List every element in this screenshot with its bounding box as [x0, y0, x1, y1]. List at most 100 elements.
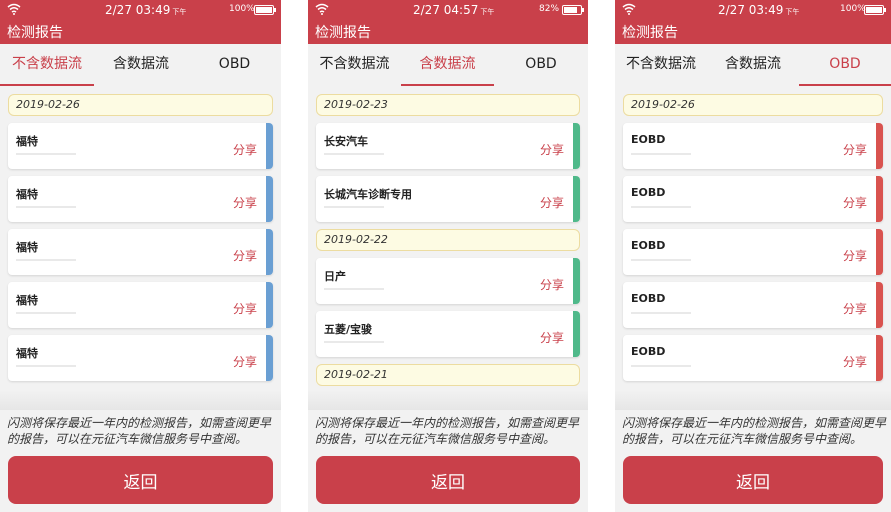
card-accent-bar — [266, 176, 273, 222]
wifi-icon — [7, 3, 21, 15]
battery-icon — [864, 5, 886, 15]
app-header: 2/27 03:49 下午 100% 检测报告 — [615, 0, 891, 44]
share-button[interactable]: 分享 — [540, 329, 564, 346]
time-text: 2/27 03:49 — [105, 3, 171, 17]
report-brand: EOBD — [631, 345, 666, 358]
share-button[interactable]: 分享 — [540, 194, 564, 211]
share-button[interactable]: 分享 — [233, 247, 257, 264]
report-card[interactable]: 日产 分享 — [316, 258, 580, 304]
status-time: 2/27 03:49 下午 — [105, 3, 186, 17]
share-button[interactable]: 分享 — [233, 141, 257, 158]
report-card[interactable]: 福特 分享 — [8, 176, 273, 222]
back-button[interactable]: 返回 — [8, 456, 273, 504]
redacted-text — [324, 206, 384, 208]
card-accent-bar — [876, 123, 883, 169]
share-button[interactable]: 分享 — [843, 141, 867, 158]
redacted-text — [631, 206, 691, 208]
redacted-text — [631, 312, 691, 314]
redacted-text — [324, 288, 384, 290]
redacted-text — [16, 312, 76, 314]
report-card[interactable]: EOBD 分享 — [623, 176, 883, 222]
scroll-fade — [308, 390, 588, 410]
report-card[interactable]: 福特 分享 — [8, 229, 273, 275]
report-brand: 日产 — [324, 270, 346, 283]
card-accent-bar — [876, 282, 883, 328]
tab-with-data-stream[interactable]: 含数据流 — [94, 44, 188, 86]
battery-percent: 100% — [229, 4, 255, 14]
report-card[interactable]: 福特 分享 — [8, 335, 273, 381]
redacted-text — [631, 259, 691, 261]
tab-without-data-stream[interactable]: 不含数据流 — [615, 44, 707, 86]
battery-fill — [564, 7, 577, 13]
retention-notice: 闪测将保存最近一年内的检测报告，如需查阅更早的报告，可以在元征汽车微信服务号中查… — [7, 416, 272, 446]
report-brand: 五菱/宝骏 — [324, 323, 373, 336]
report-card[interactable]: 长城汽车诊断专用 分享 — [316, 176, 580, 222]
battery-icon — [254, 5, 276, 15]
footer: 闪测将保存最近一年内的检测报告，如需查阅更早的报告，可以在元征汽车微信服务号中查… — [0, 410, 281, 512]
date-header: 2019-02-26 — [8, 94, 273, 116]
page-title: 检测报告 — [315, 25, 371, 41]
card-accent-bar — [876, 335, 883, 381]
back-button[interactable]: 返回 — [623, 456, 883, 504]
share-button[interactable]: 分享 — [843, 194, 867, 211]
report-card[interactable]: 五菱/宝骏 分享 — [316, 311, 580, 357]
time-text: 2/27 03:49 — [718, 3, 784, 17]
tab-bar: 不含数据流 含数据流 OBD — [0, 44, 281, 86]
share-button[interactable]: 分享 — [233, 353, 257, 370]
status-bar: 2/27 03:49 下午 100% — [0, 3, 281, 17]
tab-obd[interactable]: OBD — [494, 44, 588, 86]
tab-without-data-stream[interactable]: 不含数据流 — [308, 44, 401, 86]
report-card[interactable]: 长安汽车 分享 — [316, 123, 580, 169]
tab-without-data-stream[interactable]: 不含数据流 — [0, 44, 94, 86]
card-accent-bar — [266, 123, 273, 169]
share-button[interactable]: 分享 — [843, 353, 867, 370]
share-button[interactable]: 分享 — [540, 276, 564, 293]
app-header: 2/27 04:57 下午 82% 检测报告 — [308, 0, 588, 44]
battery-fill — [866, 7, 882, 13]
tab-obd[interactable]: OBD — [799, 44, 891, 86]
share-button[interactable]: 分享 — [233, 194, 257, 211]
share-button[interactable]: 分享 — [233, 300, 257, 317]
tab-with-data-stream[interactable]: 含数据流 — [401, 44, 494, 86]
app-header: 2/27 03:49 下午 100% 检测报告 — [0, 0, 281, 44]
back-button[interactable]: 返回 — [316, 456, 580, 504]
redacted-text — [16, 365, 76, 367]
tab-obd[interactable]: OBD — [188, 44, 281, 86]
tab-bar: 不含数据流 含数据流 OBD — [308, 44, 588, 86]
wifi-icon — [315, 3, 329, 15]
card-accent-bar — [573, 258, 580, 304]
report-brand: EOBD — [631, 292, 666, 305]
report-card[interactable]: EOBD 分享 — [623, 282, 883, 328]
phone-screen: 2/27 03:49 下午 100% 检测报告不含数据流 含数据流 OBD 2019-02-… — [0, 0, 281, 512]
phone-screen: 2/27 03:49 下午 100% 检测报告 不含数据流 含数据流 OBD 2019-02-… — [615, 0, 891, 512]
scroll-fade — [615, 390, 891, 410]
ampm-text: 下午 — [172, 8, 187, 16]
share-button[interactable]: 分享 — [843, 300, 867, 317]
page-title: 检测报告 — [7, 25, 63, 41]
share-button[interactable]: 分享 — [540, 141, 564, 158]
report-card[interactable]: 福特 分享 — [8, 282, 273, 328]
redacted-text — [16, 259, 76, 261]
redacted-text — [631, 365, 691, 367]
ampm-text: 下午 — [480, 8, 495, 16]
redacted-text — [631, 153, 691, 155]
date-header: 2019-02-21 — [316, 364, 580, 386]
card-accent-bar — [876, 229, 883, 275]
card-accent-bar — [573, 176, 580, 222]
share-button[interactable]: 分享 — [843, 247, 867, 264]
retention-notice: 闪测将保存最近一年内的检测报告，如需查阅更早的报告，可以在元征汽车微信服务号中查… — [315, 416, 580, 446]
report-brand: 福特 — [16, 294, 38, 307]
report-brand: EOBD — [631, 239, 666, 252]
retention-notice: 闪测将保存最近一年内的检测报告，如需查阅更早的报告，可以在元征汽车微信服务号中查… — [622, 416, 887, 446]
report-card[interactable]: EOBD 分享 — [623, 335, 883, 381]
date-header: 2019-02-22 — [316, 229, 580, 251]
date-header: 2019-02-23 — [316, 94, 580, 116]
report-card[interactable]: EOBD 分享 — [623, 229, 883, 275]
report-card[interactable]: EOBD 分享 — [623, 123, 883, 169]
battery-fill — [256, 7, 272, 13]
status-bar: 2/27 03:49 下午 100% — [615, 3, 891, 17]
tab-with-data-stream[interactable]: 含数据流 — [707, 44, 799, 86]
scroll-fade — [0, 390, 281, 410]
report-brand: EOBD — [631, 133, 666, 146]
report-card[interactable]: 福特 分享 — [8, 123, 273, 169]
